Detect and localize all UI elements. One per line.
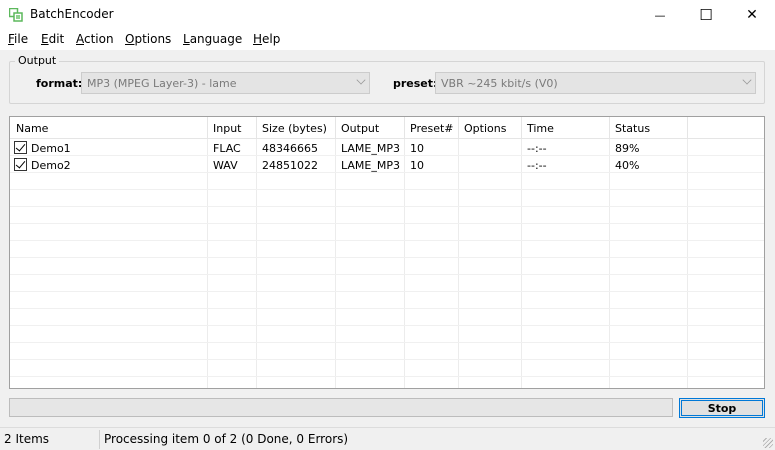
output-group-label: Output: [15, 54, 60, 67]
checkbox-row-1[interactable]: [14, 141, 27, 154]
cell-output: LAME_MP3: [341, 142, 400, 155]
status-message: Processing item 0 of 2 (0 Done, 0 Errors…: [104, 432, 349, 446]
column-header-options[interactable]: Options: [464, 122, 506, 135]
preset-select[interactable]: VBR ~245 kbit/s (V0): [435, 72, 756, 94]
preset-label: preset:: [393, 77, 438, 90]
list-header: Name Input Size (bytes) Output Preset# O…: [10, 117, 764, 139]
status-item-count: 2 Items: [4, 432, 50, 446]
cell-status: 40%: [615, 159, 640, 172]
cell-name: Demo2: [31, 159, 71, 172]
cell-name: Demo1: [31, 142, 71, 155]
menu-help[interactable]: Help: [253, 32, 280, 46]
file-list[interactable]: Name Input Size (bytes) Output Preset# O…: [9, 116, 765, 389]
cell-input: WAV: [213, 159, 238, 172]
cell-preset: 10: [410, 159, 424, 172]
column-header-status[interactable]: Status: [615, 122, 650, 135]
menu-action[interactable]: Action: [76, 32, 114, 46]
menu-file[interactable]: File: [8, 32, 28, 46]
cell-status: 89%: [615, 142, 640, 155]
minimize-button[interactable]: —: [637, 0, 683, 30]
title-bar: BatchEncoder — ☐ ✕: [0, 0, 775, 30]
cell-preset: 10: [410, 142, 424, 155]
column-header-time[interactable]: Time: [527, 122, 554, 135]
menu-language[interactable]: Language: [183, 32, 242, 46]
column-header-name[interactable]: Name: [16, 122, 48, 135]
menu-bar: File Edit Action Options Language Help: [0, 30, 775, 50]
status-bar: 2 Items Processing item 0 of 2 (0 Done, …: [0, 427, 775, 450]
stop-button[interactable]: Stop: [679, 398, 765, 418]
maximize-button[interactable]: ☐: [683, 0, 729, 30]
column-header-size[interactable]: Size (bytes): [262, 122, 327, 135]
progress-bar: [9, 398, 673, 417]
cell-size: 24851022: [262, 159, 318, 172]
format-value: MP3 (MPEG Layer-3) - lame: [87, 77, 237, 90]
format-label: format:: [36, 77, 83, 90]
app-icon: [9, 8, 23, 22]
cell-time: --:--: [527, 142, 547, 155]
checkbox-row-2[interactable]: [14, 158, 27, 171]
column-header-output[interactable]: Output: [341, 122, 379, 135]
column-header-preset[interactable]: Preset#: [410, 122, 454, 135]
column-header-input[interactable]: Input: [213, 122, 241, 135]
cell-input: FLAC: [213, 142, 241, 155]
close-button[interactable]: ✕: [729, 0, 775, 30]
preset-value: VBR ~245 kbit/s (V0): [441, 77, 558, 90]
window-title: BatchEncoder: [30, 7, 114, 21]
maximize-icon: ☐: [699, 6, 713, 24]
menu-edit[interactable]: Edit: [41, 32, 64, 46]
menu-options[interactable]: Options: [125, 32, 171, 46]
cell-time: --:--: [527, 159, 547, 172]
chevron-down-icon: [742, 75, 752, 85]
resize-grip-icon[interactable]: [763, 438, 773, 448]
minimize-icon: —: [654, 8, 666, 22]
format-select[interactable]: MP3 (MPEG Layer-3) - lame: [81, 72, 370, 94]
cell-size: 48346665: [262, 142, 318, 155]
cell-output: LAME_MP3: [341, 159, 400, 172]
chevron-down-icon: [356, 75, 366, 85]
close-icon: ✕: [746, 7, 758, 23]
